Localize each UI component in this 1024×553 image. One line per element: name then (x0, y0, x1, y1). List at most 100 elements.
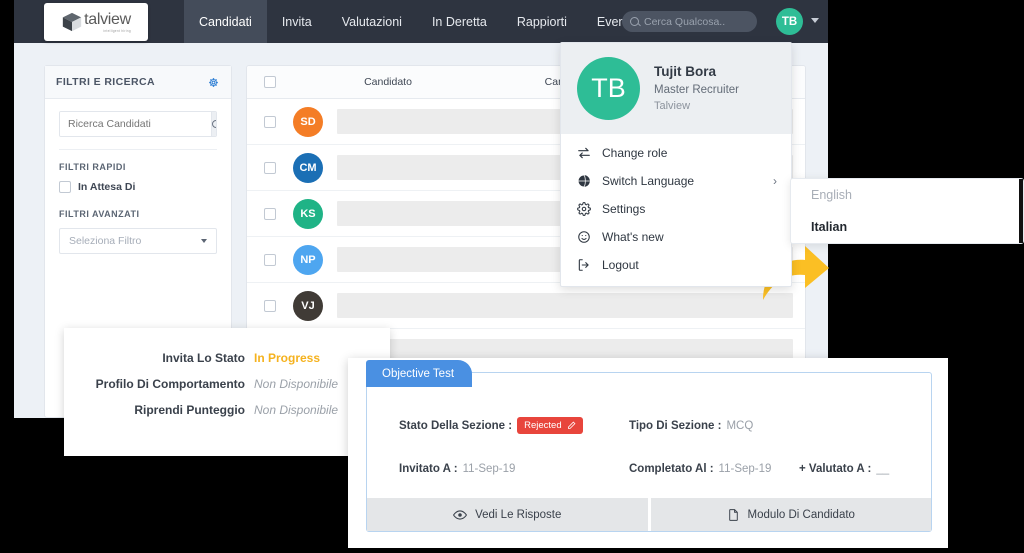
tab-objective-test[interactable]: Objective Test (366, 360, 473, 387)
search-icon (212, 120, 216, 128)
language-option-english[interactable]: English (791, 179, 1023, 211)
candidate-search-button[interactable] (211, 112, 216, 136)
gear-icon[interactable] (207, 76, 220, 89)
candidate-search-row (59, 111, 217, 137)
row-placeholder-bar (337, 293, 793, 318)
menu-item-settings[interactable]: Settings (561, 195, 791, 223)
row-checkbox[interactable] (264, 161, 276, 174)
menu-item-label: Change role (602, 146, 668, 160)
completed-on-label: Completato Al : (629, 463, 714, 475)
candidate-search-input[interactable] (60, 112, 211, 136)
section-type-field: Tipo Di Sezione : MCQ (629, 420, 753, 432)
cube-icon (62, 12, 82, 32)
logo-tagline: intelligent hiring (103, 29, 131, 33)
checkbox[interactable] (59, 181, 71, 193)
evaluated-on-field: + Valutato A : __ (799, 463, 889, 475)
section-status-field: Stato Della Sezione : Rejected (399, 417, 629, 434)
nav-item-in-deretta[interactable]: In Deretta (417, 0, 502, 43)
globe-icon (577, 174, 591, 188)
top-navbar: talview intelligent hiring Candidati Inv… (14, 0, 828, 43)
logout-icon (577, 258, 591, 272)
row-avatar: VJ (293, 290, 323, 321)
row-checkbox[interactable] (264, 253, 276, 266)
global-search-placeholder: Cerca Qualcosa.. (644, 15, 726, 28)
row-avatar: KS (293, 198, 323, 229)
objective-test-card: Objective Test Stato Della Sezione : Rej… (366, 360, 932, 532)
menu-item-whats-new[interactable]: What's new (561, 223, 791, 251)
filters-panel-header: FILTRI E RICERCA (45, 66, 231, 99)
quick-filter-label: In Attesa Di (78, 181, 136, 193)
menu-item-label: What's new (602, 230, 664, 244)
profile-avatar: TB (577, 57, 640, 120)
smiley-icon (577, 230, 591, 244)
objective-test-body: Stato Della Sezione : Rejected Tipo Di S… (367, 373, 931, 475)
completed-on-value: 11-Sep-19 (718, 463, 772, 475)
filters-panel-body: FILTRI RAPIDI In Attesa Di FILTRI AVANZA… (45, 99, 231, 266)
profile-dropdown: TB Tujit Bora Master Recruiter Talview C… (560, 42, 792, 287)
section-type-value: MCQ (726, 419, 754, 432)
divider (59, 149, 217, 150)
profile-header: TB Tujit Bora Master Recruiter Talview (561, 43, 791, 134)
view-responses-button[interactable]: Vedi Le Risposte (367, 498, 648, 531)
submenu-edge (1019, 179, 1023, 243)
invite-status-callout: Invita Lo Stato In Progress Profilo Di C… (64, 328, 390, 456)
advanced-filter-value: Seleziona Filtro (69, 235, 142, 247)
advanced-filter-select[interactable]: Seleziona Filtro (59, 228, 217, 254)
row-avatar: CM (293, 152, 323, 183)
swap-arrows-icon (577, 146, 591, 160)
nav-item-rappiorti[interactable]: Rappiorti (502, 0, 582, 43)
row-checkbox[interactable] (264, 207, 276, 220)
column-header-candidato[interactable]: Candidato (293, 76, 483, 88)
search-icon (630, 17, 639, 26)
row-avatar: NP (293, 244, 323, 275)
menu-item-logout[interactable]: Logout (561, 251, 791, 279)
section-type-label: Tipo Di Sezione : (629, 419, 722, 432)
eye-icon (453, 509, 468, 520)
language-option-italian[interactable]: Italian (791, 211, 1023, 243)
nav-items: Candidati Invita Valutazioni In Deretta … (184, 0, 647, 43)
invited-on-label: Invitato A : (399, 463, 458, 475)
menu-item-change-role[interactable]: Change role (561, 139, 791, 167)
profile-role: Master Recruiter (654, 83, 739, 96)
quick-filter-in-attesa-di[interactable]: In Attesa Di (59, 181, 217, 193)
menu-item-label: Settings (602, 202, 646, 216)
logo-wordmark: talview (84, 11, 131, 28)
chevron-down-icon[interactable] (811, 18, 819, 23)
global-search-input[interactable]: Cerca Qualcosa.. (622, 11, 757, 32)
language-submenu: English Italian (790, 178, 1024, 244)
row-checkbox[interactable] (264, 299, 276, 312)
chevron-down-icon (201, 239, 207, 243)
chevron-right-icon: › (773, 174, 777, 188)
row-avatar: SD (293, 106, 323, 137)
quick-filters-label: FILTRI RAPIDI (59, 162, 126, 172)
nav-item-valutazioni[interactable]: Valutazioni (327, 0, 417, 43)
section-status-label: Stato Della Sezione : (399, 419, 513, 432)
select-all-checkbox[interactable] (264, 76, 276, 88)
objective-test-panel: Objective Test Stato Della Sezione : Rej… (348, 358, 948, 548)
menu-item-switch-language[interactable]: Switch Language › (561, 167, 791, 195)
table-row[interactable]: VJ (247, 283, 805, 329)
candidate-form-button[interactable]: Modulo Di Candidato (647, 498, 931, 531)
profile-menu-list: Change role Switch Language › Settings W… (561, 134, 791, 286)
nav-item-invita[interactable]: Invita (267, 0, 327, 43)
profile-org: Talview (654, 99, 691, 112)
kv-value: Non Disponibile (254, 377, 339, 392)
objective-test-footer: Vedi Le Risposte Modulo Di Candidato (367, 498, 931, 531)
nav-item-candidati[interactable]: Candidati (184, 0, 267, 43)
kv-row: Invita Lo Stato In Progress (64, 350, 390, 366)
avatar[interactable]: TB (776, 8, 803, 35)
evaluated-on-label[interactable]: + Valutato A : (799, 463, 871, 475)
objective-test-row-2: Invitato A : 11-Sep-19 Completato Al : 1… (399, 463, 931, 475)
status-badge-label: Rejected (524, 420, 562, 431)
kv-value: Non Disponibile (254, 403, 339, 418)
select-all-cell (247, 76, 293, 88)
row-checkbox[interactable] (264, 115, 276, 128)
pencil-icon[interactable] (567, 421, 576, 430)
talview-logo[interactable]: talview intelligent hiring (44, 3, 148, 41)
evaluated-on-value: __ (876, 463, 890, 475)
view-responses-label: Vedi Le Risposte (475, 508, 562, 521)
kv-key: Profilo Di Comportamento (95, 377, 245, 392)
profile-name: Tujit Bora (654, 64, 716, 80)
status-badge[interactable]: Rejected (517, 417, 583, 434)
kv-row: Riprendi Punteggio Non Disponibile (64, 402, 390, 418)
